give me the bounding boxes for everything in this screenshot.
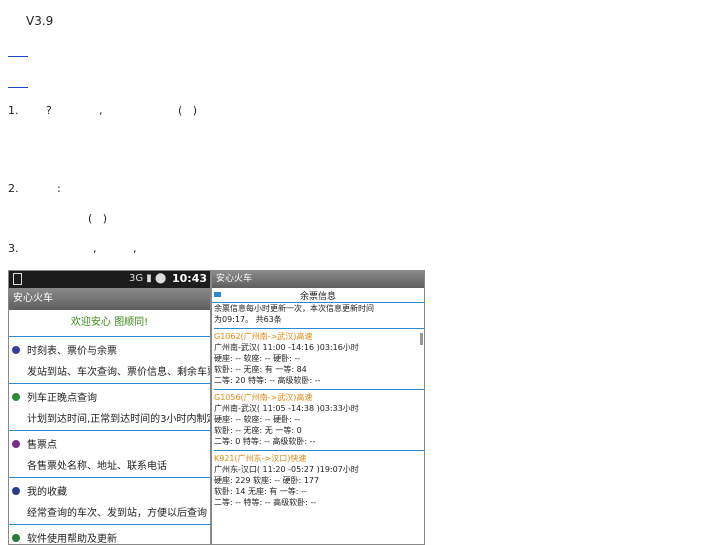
item-3-number: 3. (8, 242, 19, 255)
item-3-comma-1: , (93, 242, 97, 255)
main-menu: 时刻表、票价与余票发站到站、车次查询、票价信息、剩余车票 列车正晚点查询计划到达时… (9, 337, 210, 545)
menu-item-title: 我的收藏 (27, 487, 67, 498)
seat-row-3: 二等: -- 特等: -- 高级软卧: -- (214, 498, 317, 507)
menu-item[interactable]: 软件使用帮助及更新 (9, 525, 210, 545)
train-entry[interactable]: G1062(广州南->武汉)高速广州南-武汉( 11:00 -14:16 )03… (214, 331, 424, 386)
menu-item-desc: 计划到达时间,正常到达时间的3小时内制定 (27, 414, 211, 425)
seat-row-2: 软卧: -- 无座: 无 一等: 0 (214, 426, 302, 435)
train-entry[interactable]: G1056(广州南->武汉)高速广州南-武汉( 11:05 -14:38 )03… (214, 392, 424, 447)
train-name: K921(广州东->汉口)快速 (214, 454, 307, 463)
phone-screenshot-main-menu: 3G ▮ ⬤ 10:43 安心火车 欢迎安心 图顺同! 时刻表、票价与余票发站到… (8, 270, 211, 545)
item-2-colon: : (57, 182, 61, 195)
scrollbar[interactable] (420, 333, 423, 345)
item-1-question: ? (46, 104, 52, 117)
update-info-line-1: 余票信息每小时更新一次，本次信息更新时间 (214, 304, 374, 313)
status-icons: 3G ▮ ⬤ (129, 273, 167, 284)
status-bar: 3G ▮ ⬤ 10:43 (9, 271, 210, 288)
version-label: V3.9 (26, 14, 54, 28)
menu-item[interactable]: 我的收藏经常查询的车次、发到站，方便以后查询 (9, 478, 210, 525)
status-time: 10:43 (171, 272, 207, 285)
item-2-paren: ( ) (88, 212, 108, 225)
phone-screenshot-ticket-info: 安心火车 余票信息 余票信息每小时更新一次，本次信息更新时间 为09:17。 共… (211, 270, 425, 545)
menu-bullet-icon (12, 440, 20, 448)
seat-row-1: 硬座: -- 软座: -- 硬卧: -- (214, 415, 301, 424)
seat-row-2: 软卧: -- 无座: 有 一等: 84 (214, 365, 307, 374)
item-2-number: 2. (8, 182, 19, 195)
menu-bullet-icon (12, 487, 20, 495)
item-3-comma-2: , (133, 242, 137, 255)
menu-item-desc: 各售票处名称、地址、联系电话 (27, 461, 167, 472)
divider (214, 389, 424, 390)
train-route: 广州南-武汉( 11:05 -14:38 )03:33小时 (214, 404, 359, 413)
divider (214, 328, 424, 329)
sim-card-icon (13, 273, 22, 285)
seat-row-2: 软卧: 14 无座: 有 一等: -- (214, 487, 307, 496)
menu-item-title: 软件使用帮助及更新 (27, 534, 117, 545)
train-name: G1062(广州南->武汉)高速 (214, 332, 313, 341)
train-name: G1056(广州南->武汉)高速 (214, 393, 313, 402)
menu-bullet-icon (12, 534, 20, 542)
update-info-line-2: 为09:17。 共63条 (214, 315, 282, 324)
menu-item-desc: 经常查询的车次、发到站，方便以后查询 (27, 508, 207, 519)
tab-remaining-tickets[interactable]: 余票信息 (212, 288, 424, 303)
app-title: 安心火车 (9, 288, 210, 310)
seat-row-3: 二等: 0 特等: -- 高级软卧: -- (214, 437, 316, 446)
menu-item-title: 列车正晚点查询 (27, 393, 97, 404)
seat-row-1: 硬座: -- 软座: -- 硬卧: -- (214, 354, 301, 363)
ticket-list: 余票信息每小时更新一次，本次信息更新时间 为09:17。 共63条 G1062(… (212, 303, 424, 508)
item-1-number: 1. (8, 104, 19, 117)
train-route: 广州东-汉口( 11:20 -05:27 )19:07小时 (214, 465, 359, 474)
menu-item-desc: 发站到站、车次查询、票价信息、剩余车票 (27, 367, 211, 378)
menu-item-title: 售票点 (27, 440, 57, 451)
train-route: 广州南-武汉( 11:00 -14:16 )03:16小时 (214, 343, 359, 352)
welcome-banner: 欢迎安心 图顺同! (9, 310, 210, 337)
tab-label: 余票信息 (299, 292, 336, 302)
menu-item-title: 时刻表、票价与余票 (27, 346, 117, 357)
app-title-2: 安心火车 (212, 271, 424, 288)
menu-item[interactable]: 售票点各售票处名称、地址、联系电话 (9, 431, 210, 478)
seat-row-3: 二等: 20 特等: -- 高级软卧: -- (214, 376, 321, 385)
item-1-paren: ( ) (178, 104, 198, 117)
train-entry[interactable]: K921(广州东->汉口)快速广州东-汉口( 11:20 -05:27 )19:… (214, 453, 424, 508)
menu-item[interactable]: 时刻表、票价与余票发站到站、车次查询、票价信息、剩余车票 (9, 337, 210, 384)
item-1-comma: , (99, 104, 103, 117)
menu-bullet-icon (12, 393, 20, 401)
link-2[interactable] (8, 87, 28, 88)
link-1[interactable] (8, 56, 28, 57)
divider (214, 450, 424, 451)
menu-bullet-icon (12, 346, 20, 354)
seat-row-1: 硬座: 229 软座: -- 硬卧: 177 (214, 476, 320, 485)
menu-item[interactable]: 列车正晚点查询计划到达时间,正常到达时间的3小时内制定 (9, 384, 210, 431)
